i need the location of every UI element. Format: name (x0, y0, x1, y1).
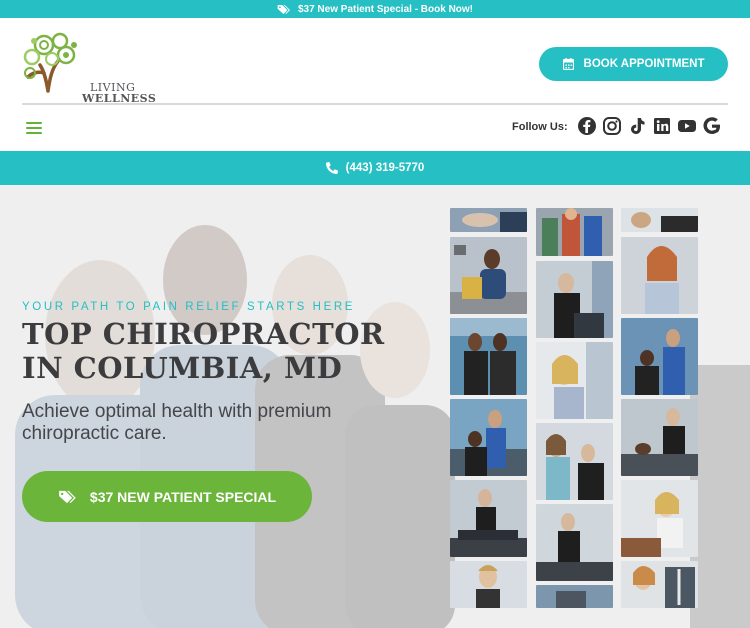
logo[interactable]: LIVING WELLNESS (22, 31, 156, 104)
google-icon[interactable] (702, 116, 722, 136)
collage-photo (621, 237, 698, 314)
logo-text: LIVING WELLNESS (82, 82, 156, 104)
photo-collage (450, 208, 698, 608)
hero-tagline: YOUR PATH TO PAIN RELIEF STARTS HERE (22, 301, 356, 313)
book-appointment-label: BOOK APPOINTMENT (583, 58, 705, 70)
collage-photo (450, 318, 527, 395)
collage-photo (621, 561, 698, 608)
book-appointment-button[interactable]: BOOK APPOINTMENT (539, 47, 728, 81)
linkedin-icon[interactable] (652, 116, 672, 136)
hero-section: YOUR PATH TO PAIN RELIEF STARTS HERE TOP… (0, 185, 750, 628)
collage-photo (450, 208, 527, 232)
collage-photo (536, 423, 613, 500)
collage-photo (450, 561, 527, 608)
promo-bar[interactable]: $37 New Patient Special - Book Now! (0, 0, 750, 18)
facebook-icon[interactable] (577, 116, 597, 136)
new-patient-special-button[interactable]: $37 NEW PATIENT SPECIAL (22, 471, 312, 522)
collage-photo (450, 399, 527, 476)
collage-photo (450, 480, 527, 557)
collage-photo (621, 208, 698, 232)
calendar-icon (562, 58, 574, 70)
new-patient-special-label: $37 NEW PATIENT SPECIAL (89, 488, 277, 505)
hero-headline: TOP CHIROPRACTOR IN COLUMBIA, MD (22, 317, 422, 385)
youtube-icon[interactable] (677, 116, 697, 136)
collage-photo (536, 261, 613, 338)
follow-us-label: Follow Us: (512, 121, 568, 133)
tiktok-icon[interactable] (627, 116, 647, 136)
collage-photo (450, 237, 527, 314)
tree-logo (23, 32, 77, 93)
phone-number: (443) 319-5770 (345, 162, 425, 174)
tags-icon (277, 4, 290, 14)
collage-photo (536, 208, 613, 256)
hamburger-icon[interactable] (26, 122, 42, 134)
headline-line1: TOP CHIROPRACTOR (22, 317, 385, 351)
collage-photo (621, 318, 698, 395)
collage-photo (621, 399, 698, 476)
promo-text: $37 New Patient Special - Book Now! (297, 3, 474, 15)
instagram-icon[interactable] (602, 116, 622, 136)
phone-bar[interactable]: (443) 319-5770 (0, 151, 750, 185)
collage-photo (536, 585, 613, 608)
phone-icon (325, 162, 338, 174)
collage-photo (536, 342, 613, 419)
tags-icon (59, 490, 76, 503)
header-divider (22, 103, 728, 105)
collage-photo (621, 480, 698, 557)
collage-photo (536, 504, 613, 581)
hero-subtitle: Achieve optimal health with premium chir… (22, 401, 332, 444)
site-header: LIVING WELLNESS BOOK APPOINTMENT Follow … (0, 18, 750, 151)
headline-line2: IN COLUMBIA, MD (22, 351, 343, 385)
